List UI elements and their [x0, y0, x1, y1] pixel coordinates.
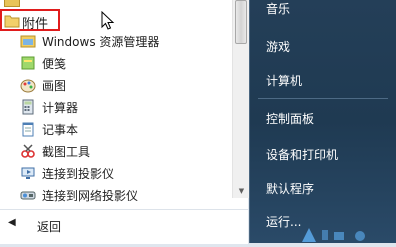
right-item-computer[interactable]: 计算机 [266, 72, 302, 89]
list-item-notepad[interactable]: 记事本 [0, 118, 232, 140]
scroll-down-button[interactable]: ▼ [233, 184, 250, 198]
back-arrow-icon: ◀ [8, 217, 16, 228]
list-item-label: 连接到投影仪 [42, 166, 115, 181]
folder-icon [4, 15, 20, 28]
list-item-paint[interactable]: 画图 [0, 74, 232, 96]
notepad-icon [20, 121, 36, 137]
list-item-calculator[interactable]: 计算器 [0, 96, 232, 118]
list-item-label: 截图工具 [42, 144, 91, 159]
folder-icon [4, 0, 20, 7]
paint-icon [20, 77, 36, 93]
list-item-label: 画图 [42, 78, 67, 93]
programs-list: 附件 Windows 资源管理器 便笺 画图 计算器 记事本 截图工具 连接到投… [0, 0, 250, 209]
scrollbar-thumb[interactable] [235, 0, 247, 44]
network-projector-icon [20, 187, 36, 203]
calculator-icon [20, 99, 36, 115]
right-item-control-panel[interactable]: 控制面板 [266, 110, 314, 127]
right-item-run[interactable]: 运行... [266, 213, 301, 230]
list-item-snipping-tool[interactable]: 截图工具 [0, 140, 232, 162]
right-item-music[interactable]: 音乐 [266, 0, 290, 17]
list-item-label: 连接到网络投影仪 [42, 188, 139, 203]
separator [258, 98, 388, 99]
list-item-label: Windows 资源管理器 [42, 34, 160, 49]
list-item-sticky-notes[interactable]: 便笺 [0, 52, 232, 74]
programs-scrollbar[interactable]: ▼ [232, 0, 250, 198]
back-label: 返回 [37, 220, 62, 234]
projector-icon [20, 165, 36, 181]
list-item-label: 计算器 [42, 100, 79, 115]
sticky-notes-icon [20, 55, 36, 71]
list-item-label: 便笺 [42, 56, 67, 71]
explorer-icon [20, 33, 36, 49]
list-item-connect-network-projector[interactable]: 连接到网络投影仪 [0, 184, 232, 206]
right-item-games[interactable]: 游戏 [266, 38, 290, 55]
accessories-folder[interactable]: 附件 [0, 9, 60, 32]
chevron-down-icon: ▼ [238, 187, 245, 195]
watermark-logo [300, 226, 396, 243]
mouse-cursor-icon [101, 11, 115, 30]
list-item-explorer[interactable]: Windows 资源管理器 [0, 30, 232, 52]
start-menu-right-pane: 音乐 游戏 计算机 控制面板 设备和打印机 默认程序 运行... [249, 0, 396, 243]
list-item-connect-projector[interactable]: 连接到投影仪 [0, 162, 232, 184]
right-item-devices-printers[interactable]: 设备和打印机 [266, 146, 338, 163]
back-row[interactable]: ◀ 返回 [0, 209, 248, 244]
snipping-tool-icon [20, 143, 36, 159]
cut-off-item[interactable] [0, 0, 232, 7]
right-item-default-programs[interactable]: 默认程序 [266, 180, 314, 197]
list-item-label: 记事本 [42, 122, 79, 137]
